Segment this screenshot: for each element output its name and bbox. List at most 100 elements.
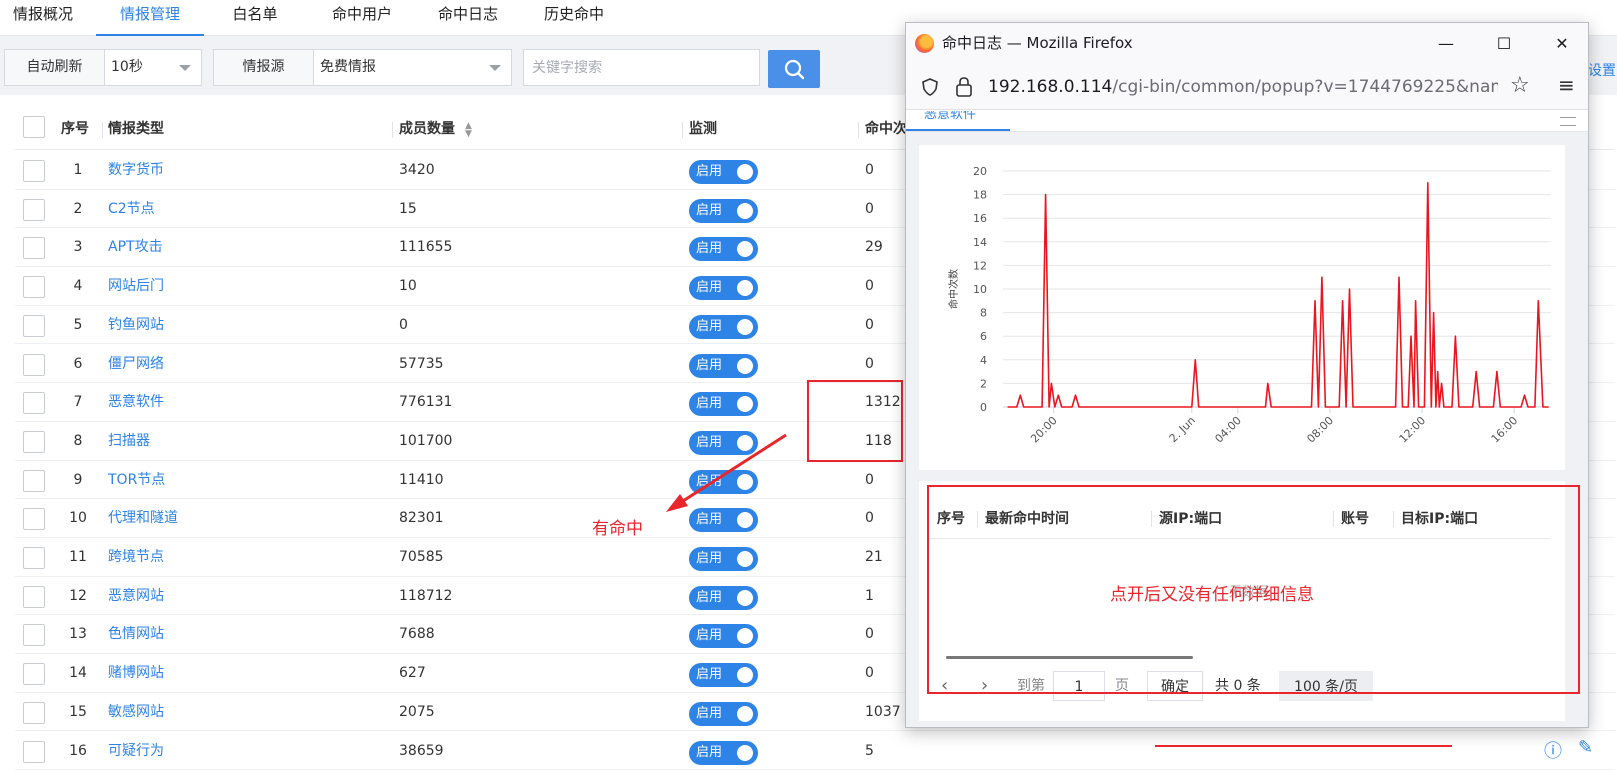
y-tick-label: 6 xyxy=(980,330,987,343)
monitor-toggle[interactable]: 启用 xyxy=(689,353,758,378)
monitor-toggle[interactable]: 启用 xyxy=(689,663,758,688)
hit-count[interactable]: 1 xyxy=(865,577,874,615)
hit-count[interactable]: 0 xyxy=(865,654,874,692)
intel-type-link[interactable]: C2节点 xyxy=(108,190,155,228)
minimize-icon[interactable]: — xyxy=(1423,23,1469,64)
intel-type-link[interactable]: APT攻击 xyxy=(108,228,163,266)
intel-source-select[interactable]: 情报源 免费情报 xyxy=(213,49,512,86)
tab-intel-management[interactable]: 情报管理 xyxy=(96,0,204,36)
row-checkbox[interactable] xyxy=(23,585,45,608)
col-header-no: 序号 xyxy=(61,121,89,137)
intel-type-link[interactable]: 扫描器 xyxy=(108,422,150,460)
toggle-knob xyxy=(737,744,753,761)
monitor-toggle[interactable]: 启用 xyxy=(689,624,758,649)
col-header-members[interactable]: 成员数量 xyxy=(399,110,455,150)
settings-link[interactable]: 设置 xyxy=(1588,60,1616,80)
maximize-icon[interactable]: ☐ xyxy=(1481,23,1527,64)
hit-count[interactable]: 0 xyxy=(865,499,874,537)
intel-type-link[interactable]: TOR节点 xyxy=(108,461,165,499)
toggle-knob xyxy=(737,164,753,180)
hit-count[interactable]: 0 xyxy=(865,190,874,228)
sort-icon[interactable]: ▲ ▼ xyxy=(465,122,472,139)
row-number: 9 xyxy=(73,471,83,488)
intel-type-link[interactable]: 僵尸网络 xyxy=(108,345,164,383)
y-tick-label: 0 xyxy=(980,401,987,414)
select-all-checkbox[interactable] xyxy=(23,116,45,138)
url-bar[interactable]: 192.168.0.114/cgi-bin/common/popup?v=174… xyxy=(906,64,1588,110)
monitor-toggle[interactable]: 启用 xyxy=(689,392,758,417)
menu-icon[interactable]: ≡ xyxy=(1558,73,1575,97)
info-icon[interactable]: ⓘ xyxy=(1544,737,1562,763)
monitor-toggle[interactable]: 启用 xyxy=(689,237,758,262)
keyword-search-input[interactable] xyxy=(523,49,760,86)
row-checkbox[interactable] xyxy=(23,508,45,531)
row-checkbox[interactable] xyxy=(23,276,45,299)
row-checkbox[interactable] xyxy=(23,740,45,763)
monitor-toggle[interactable]: 启用 xyxy=(689,740,758,765)
monitor-toggle[interactable]: 启用 xyxy=(689,701,758,726)
hit-count[interactable]: 1037 xyxy=(865,693,901,731)
intel-type-link[interactable]: 数字货币 xyxy=(108,151,164,189)
row-checkbox[interactable] xyxy=(23,160,45,182)
tab-hit-history[interactable]: 历史命中 xyxy=(534,0,614,36)
lock-icon[interactable] xyxy=(955,76,973,98)
monitor-toggle-label: 启用 xyxy=(696,164,723,179)
hit-count[interactable]: 0 xyxy=(865,306,874,344)
hit-count[interactable]: 5 xyxy=(865,732,874,770)
row-checkbox[interactable] xyxy=(23,624,45,647)
tab-hit-users[interactable]: 命中用户 xyxy=(322,0,402,36)
bookmark-star-icon[interactable]: ☆ xyxy=(1510,73,1530,98)
intel-type-link[interactable]: 网站后门 xyxy=(108,267,164,305)
monitor-toggle-label: 启用 xyxy=(696,241,723,257)
row-checkbox[interactable] xyxy=(23,314,45,337)
hit-count[interactable]: 0 xyxy=(865,461,874,499)
monitor-toggle[interactable]: 启用 xyxy=(689,314,758,339)
monitor-toggle[interactable]: 启用 xyxy=(689,276,758,301)
popup-tab-label[interactable]: 恶意软件 xyxy=(924,111,976,122)
toggle-knob xyxy=(737,241,753,258)
tab-hit-log[interactable]: 命中日志 xyxy=(428,0,508,36)
close-icon[interactable]: ✕ xyxy=(1539,23,1585,64)
row-checkbox[interactable] xyxy=(23,430,45,453)
tab-whitelist[interactable]: 白名单 xyxy=(220,0,290,36)
hit-count[interactable]: 29 xyxy=(865,228,883,266)
monitor-toggle[interactable]: 启用 xyxy=(689,160,758,184)
hit-count[interactable]: 0 xyxy=(865,615,874,653)
intel-type-link[interactable]: 代理和隧道 xyxy=(108,499,178,537)
row-checkbox[interactable] xyxy=(23,701,45,724)
member-count: 0 xyxy=(399,316,408,333)
tab-intel-overview[interactable]: 情报概况 xyxy=(0,0,86,36)
feedback-icon[interactable]: ✎ xyxy=(1578,737,1593,758)
row-checkbox[interactable] xyxy=(23,353,45,376)
hit-count[interactable]: 21 xyxy=(865,538,883,576)
row-checkbox[interactable] xyxy=(23,392,45,415)
intel-type-link[interactable]: 可疑行为 xyxy=(108,732,164,770)
intel-type-link[interactable]: 恶意软件 xyxy=(108,383,164,421)
intel-type-link[interactable]: 敏感网站 xyxy=(108,693,164,731)
row-checkbox[interactable] xyxy=(23,663,45,686)
intel-type-link[interactable]: 恶意网站 xyxy=(108,577,164,615)
hit-count[interactable]: 0 xyxy=(865,345,874,383)
column-divider xyxy=(682,122,683,138)
x-tick-label: 16:00 xyxy=(1489,414,1521,446)
auto-refresh-select[interactable]: 自动刷新 10秒 xyxy=(4,49,202,86)
intel-type-link[interactable]: 钓鱼网站 xyxy=(108,306,164,344)
hit-count[interactable]: 0 xyxy=(865,267,874,305)
monitor-toggle[interactable]: 启用 xyxy=(689,585,758,610)
row-checkbox[interactable] xyxy=(23,198,45,221)
search-button[interactable] xyxy=(768,50,820,88)
row-checkbox[interactable] xyxy=(23,469,45,492)
row-checkbox[interactable] xyxy=(23,237,45,260)
monitor-toggle-label: 启用 xyxy=(696,628,723,644)
monitor-toggle[interactable]: 启用 xyxy=(689,547,758,571)
monitor-toggle[interactable]: 启用 xyxy=(689,198,758,223)
row-checkbox[interactable] xyxy=(23,547,45,569)
shield-icon[interactable] xyxy=(920,77,940,97)
intel-type-link[interactable]: 色情网站 xyxy=(108,615,164,653)
intel-type-link[interactable]: 赌博网站 xyxy=(108,654,164,692)
url-text[interactable]: 192.168.0.114/cgi-bin/common/popup?v=174… xyxy=(988,64,1498,110)
hit-count[interactable]: 0 xyxy=(865,151,874,189)
popup-menu-icon[interactable] xyxy=(1560,117,1576,126)
intel-type-link[interactable]: 跨境节点 xyxy=(108,538,164,576)
search-icon xyxy=(784,59,805,80)
